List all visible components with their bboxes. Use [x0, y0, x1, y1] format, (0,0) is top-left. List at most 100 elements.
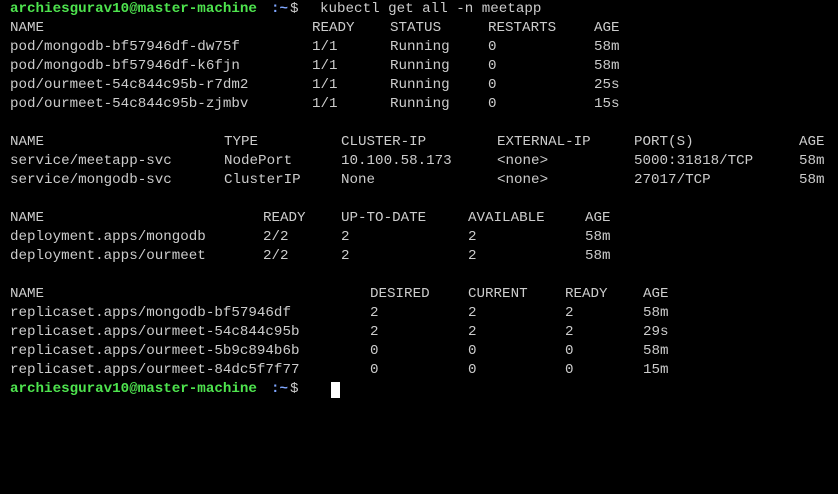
- col-header: CLUSTER-IP: [341, 134, 427, 150]
- cell: 58m: [594, 39, 620, 55]
- table-row: pod/ourmeet-54c844c95b-zjmbv 1/1 Running…: [0, 95, 620, 114]
- cell: 0: [488, 77, 497, 93]
- col-header: READY: [312, 20, 355, 36]
- col-header: NAME: [10, 210, 45, 226]
- cell: 2/2: [263, 229, 289, 245]
- text-cursor[interactable]: [331, 382, 340, 398]
- cell: replicaset.apps/mongodb-bf57946df: [10, 305, 291, 321]
- col-header: NAME: [10, 134, 45, 150]
- cell: deployment.apps/mongodb: [10, 229, 206, 245]
- command-text: kubectl get all -n meetapp: [320, 1, 542, 17]
- col-header: READY: [565, 286, 608, 302]
- table-row: service/meetapp-svc NodePort 10.100.58.1…: [0, 152, 825, 171]
- cell: 0: [370, 343, 379, 359]
- table-row: pod/mongodb-bf57946df-k6fjn 1/1 Running …: [0, 57, 620, 76]
- pods-header-row: NAME READY STATUS RESTARTS AGE: [0, 19, 620, 38]
- prompt-symbol: $: [290, 1, 299, 17]
- cell: 10.100.58.173: [341, 153, 452, 169]
- cell: 0: [468, 343, 477, 359]
- cell: 58m: [585, 248, 611, 264]
- cell: 1/1: [312, 58, 338, 74]
- cell: service/mongodb-svc: [10, 172, 172, 188]
- col-header: PORT(S): [634, 134, 694, 150]
- cell: 58m: [799, 172, 825, 188]
- table-row: replicaset.apps/ourmeet-54c844c95b 2 2 2…: [0, 323, 669, 342]
- prompt-symbol: $: [290, 381, 299, 397]
- prompt-user-host: archiesgurav10@master-machine: [10, 381, 257, 397]
- cell: 15m: [643, 362, 669, 378]
- cell: service/meetapp-svc: [10, 153, 172, 169]
- cell: 2: [370, 324, 379, 340]
- deployments-header-row: NAME READY UP-TO-DATE AVAILABLE AGE: [0, 209, 611, 228]
- cell: 2: [468, 229, 477, 245]
- col-header: RESTARTS: [488, 20, 557, 36]
- cell: Running: [390, 39, 450, 55]
- cell: 0: [468, 362, 477, 378]
- cell: pod/ourmeet-54c844c95b-r7dm2: [10, 77, 249, 93]
- cell: 58m: [643, 343, 669, 359]
- table-row: replicaset.apps/mongodb-bf57946df 2 2 2 …: [0, 304, 669, 323]
- cell: pod/mongodb-bf57946df-dw75f: [10, 39, 240, 55]
- col-header: AGE: [585, 210, 611, 226]
- cell: 58m: [585, 229, 611, 245]
- prompt-line: archiesgurav10@master-machine :~ $ kubec…: [0, 0, 541, 19]
- cell: deployment.apps/ourmeet: [10, 248, 206, 264]
- cell: 58m: [594, 58, 620, 74]
- cell: <none>: [497, 153, 549, 169]
- cell: ClusterIP: [224, 172, 301, 188]
- cell: 0: [488, 39, 497, 55]
- prompt-path: :~: [271, 381, 289, 397]
- cell: 2: [468, 248, 477, 264]
- cell: 2/2: [263, 248, 289, 264]
- cell: 2: [341, 248, 350, 264]
- cell: 58m: [799, 153, 825, 169]
- col-header: STATUS: [390, 20, 442, 36]
- services-header-row: NAME TYPE CLUSTER-IP EXTERNAL-IP PORT(S)…: [0, 133, 825, 152]
- cell: 5000:31818/TCP: [634, 153, 754, 169]
- table-row: replicaset.apps/ourmeet-84dc5f7f77 0 0 0…: [0, 361, 669, 380]
- cell: replicaset.apps/ourmeet-84dc5f7f77: [10, 362, 300, 378]
- cell: replicaset.apps/ourmeet-5b9c894b6b: [10, 343, 300, 359]
- cell: 1/1: [312, 77, 338, 93]
- cell: 2: [565, 324, 574, 340]
- col-header: DESIRED: [370, 286, 430, 302]
- cell: 29s: [643, 324, 669, 340]
- table-row: replicaset.apps/ourmeet-5b9c894b6b 0 0 0…: [0, 342, 669, 361]
- cell: 58m: [643, 305, 669, 321]
- cell: None: [341, 172, 376, 188]
- cell: 0: [488, 58, 497, 74]
- cell: 0: [488, 96, 497, 112]
- cell: Running: [390, 96, 450, 112]
- cell: Running: [390, 58, 450, 74]
- table-row: pod/mongodb-bf57946df-dw75f 1/1 Running …: [0, 38, 620, 57]
- table-row: service/mongodb-svc ClusterIP None <none…: [0, 171, 825, 190]
- table-row: deployment.apps/ourmeet 2/2 2 2 58m: [0, 247, 611, 266]
- cell: 1/1: [312, 39, 338, 55]
- terminal-window[interactable]: archiesgurav10@master-machine :~ $ kubec…: [0, 0, 838, 402]
- cell: replicaset.apps/ourmeet-54c844c95b: [10, 324, 300, 340]
- cell: 0: [565, 362, 574, 378]
- col-header: NAME: [10, 20, 45, 36]
- cell: 27017/TCP: [634, 172, 711, 188]
- col-header: READY: [263, 210, 306, 226]
- col-header: TYPE: [224, 134, 259, 150]
- prompt-line[interactable]: archiesgurav10@master-machine :~ $: [0, 380, 340, 399]
- col-header: AGE: [799, 134, 825, 150]
- replicasets-header-row: NAME DESIRED CURRENT READY AGE: [0, 285, 669, 304]
- cell: pod/mongodb-bf57946df-k6fjn: [10, 58, 240, 74]
- cell: NodePort: [224, 153, 293, 169]
- col-header: EXTERNAL-IP: [497, 134, 591, 150]
- cell: 2: [370, 305, 379, 321]
- col-header: AGE: [643, 286, 669, 302]
- cell: 15s: [594, 96, 620, 112]
- cell: 1/1: [312, 96, 338, 112]
- col-header: UP-TO-DATE: [341, 210, 427, 226]
- cell: 2: [341, 229, 350, 245]
- prompt-user-host: archiesgurav10@master-machine: [10, 1, 257, 17]
- col-header: AVAILABLE: [468, 210, 545, 226]
- cell: 2: [468, 305, 477, 321]
- cell: 0: [565, 343, 574, 359]
- cell: pod/ourmeet-54c844c95b-zjmbv: [10, 96, 249, 112]
- table-row: deployment.apps/mongodb 2/2 2 2 58m: [0, 228, 611, 247]
- table-row: pod/ourmeet-54c844c95b-r7dm2 1/1 Running…: [0, 76, 620, 95]
